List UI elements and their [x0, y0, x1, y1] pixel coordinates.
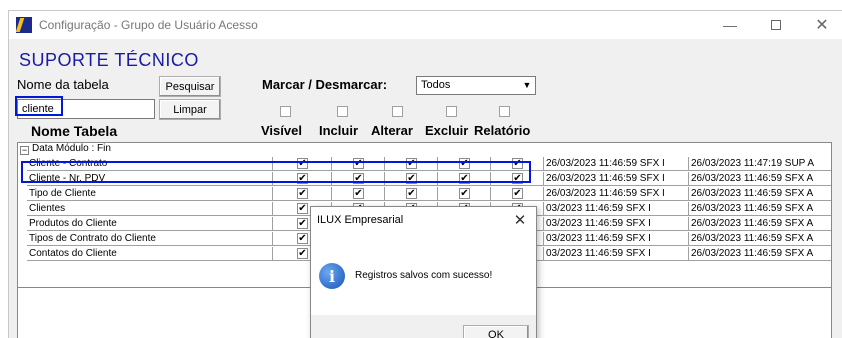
permission-cell-include: ✔	[332, 187, 385, 201]
column-header-alter: Alterar	[371, 123, 413, 138]
check-icon[interactable]: ✔	[297, 248, 308, 259]
mark-report-checkbox[interactable]	[499, 106, 510, 117]
table-name-cell: Tipos de Contrato do Cliente	[27, 232, 273, 246]
permission-cell-alter: ✔	[385, 187, 438, 201]
title-bar[interactable]: Configuração - Grupo de Usuário Acesso —…	[9, 11, 842, 39]
column-header-visible: Visível	[261, 123, 302, 138]
mark-include-checkbox[interactable]	[337, 106, 348, 117]
updated-info-cell: 26/03/2023 11:46:59 SFX A	[689, 202, 831, 216]
updated-info-cell: 26/03/2023 11:46:59 SFX A	[689, 247, 831, 261]
info-icon: i	[319, 263, 345, 289]
table-name-cell: Tipo de Cliente	[27, 187, 273, 201]
mark-unmark-label: Marcar / Desmarcar:	[262, 77, 388, 92]
dialog-body: i Registros salvos com sucesso!	[311, 233, 536, 315]
mark-visible-checkbox[interactable]	[280, 106, 291, 117]
check-icon[interactable]: ✔	[512, 188, 523, 199]
check-icon[interactable]: ✔	[406, 188, 417, 199]
check-icon[interactable]: ✔	[297, 218, 308, 229]
close-button[interactable]: ✕	[799, 11, 842, 39]
ok-button[interactable]: OK	[463, 325, 529, 338]
mark-alter-checkbox[interactable]	[392, 106, 403, 117]
group-collapse-toggle[interactable]: −	[20, 146, 29, 155]
minimize-button[interactable]: —	[707, 11, 753, 39]
column-header-delete: Excluir	[425, 123, 469, 138]
updated-info-cell: 26/03/2023 11:46:59 SFX A	[689, 172, 831, 186]
search-button[interactable]: Pesquisar	[159, 76, 221, 97]
created-info-cell: 03/2023 11:46:59 SFX I	[544, 232, 689, 246]
check-icon[interactable]: ✔	[297, 233, 308, 244]
dialog-title: ILUX Empresarial	[317, 214, 404, 226]
updated-info-cell: 26/03/2023 11:46:59 SFX A	[689, 217, 831, 231]
table-row[interactable]: Tipo de Cliente ✔ ✔ ✔ ✔ ✔ 26/03/2023 11:46:59 …	[27, 187, 831, 201]
table-name-label: Nome da tabela	[17, 77, 109, 92]
filter-select-value: Todos	[421, 79, 451, 91]
form-title: SUPORTE TÉCNICO	[19, 50, 199, 70]
updated-info-cell: 26/03/2023 11:46:59 SFX A	[689, 232, 831, 246]
created-info-cell: 26/03/2023 11:46:59 SFX I	[544, 187, 689, 201]
check-icon[interactable]: ✔	[297, 188, 308, 199]
filter-select[interactable]: Todos ▼	[416, 76, 536, 95]
check-icon[interactable]: ✔	[459, 188, 470, 199]
search-input-highlight	[15, 96, 63, 116]
maximize-button[interactable]	[753, 11, 799, 39]
mark-delete-checkbox[interactable]	[446, 106, 457, 117]
permission-cell-visible: ✔	[273, 187, 332, 201]
check-icon[interactable]: ✔	[353, 188, 364, 199]
created-info-cell: 03/2023 11:46:59 SFX I	[544, 217, 689, 231]
group-label: Data Módulo : Fin	[32, 143, 111, 154]
table-name-cell: Clientes	[27, 202, 273, 216]
column-header-include: Incluir	[319, 123, 359, 138]
column-header-table-name: Nome Tabela	[31, 123, 118, 139]
clear-button[interactable]: Limpar	[159, 99, 221, 120]
dialog-close-button[interactable]: ✕	[507, 209, 533, 231]
dialog-title-bar[interactable]: ILUX Empresarial ✕	[311, 207, 536, 233]
message-dialog: ILUX Empresarial ✕ i Registros salvos co…	[310, 206, 537, 338]
table-name-cell: Produtos do Cliente	[27, 217, 273, 231]
row-highlight	[21, 161, 531, 183]
app-icon	[15, 17, 32, 33]
app-window: Configuração - Grupo de Usuário Acesso —…	[8, 10, 842, 338]
dialog-message: Registros salvos com sucesso!	[355, 270, 493, 281]
permission-cell-report: ✔	[491, 187, 544, 201]
chevron-down-icon[interactable]: ▼	[522, 80, 532, 90]
maximize-icon	[771, 20, 781, 30]
table-name-cell: Contatos do Cliente	[27, 247, 273, 261]
created-info-cell: 26/03/2023 11:46:59 SFX I	[544, 172, 689, 186]
column-header-report: Relatório	[474, 123, 531, 138]
check-icon[interactable]: ✔	[297, 203, 308, 214]
updated-info-cell: 26/03/2023 11:47:19 SUP A	[689, 157, 831, 171]
permission-cell-delete: ✔	[438, 187, 491, 201]
updated-info-cell: 26/03/2023 11:46:59 SFX A	[689, 187, 831, 201]
created-info-cell: 03/2023 11:46:59 SFX I	[544, 247, 689, 261]
created-info-cell: 26/03/2023 11:46:59 SFX I	[544, 157, 689, 171]
window-title: Configuração - Grupo de Usuário Acesso	[39, 18, 258, 32]
created-info-cell: 03/2023 11:46:59 SFX I	[544, 202, 689, 216]
